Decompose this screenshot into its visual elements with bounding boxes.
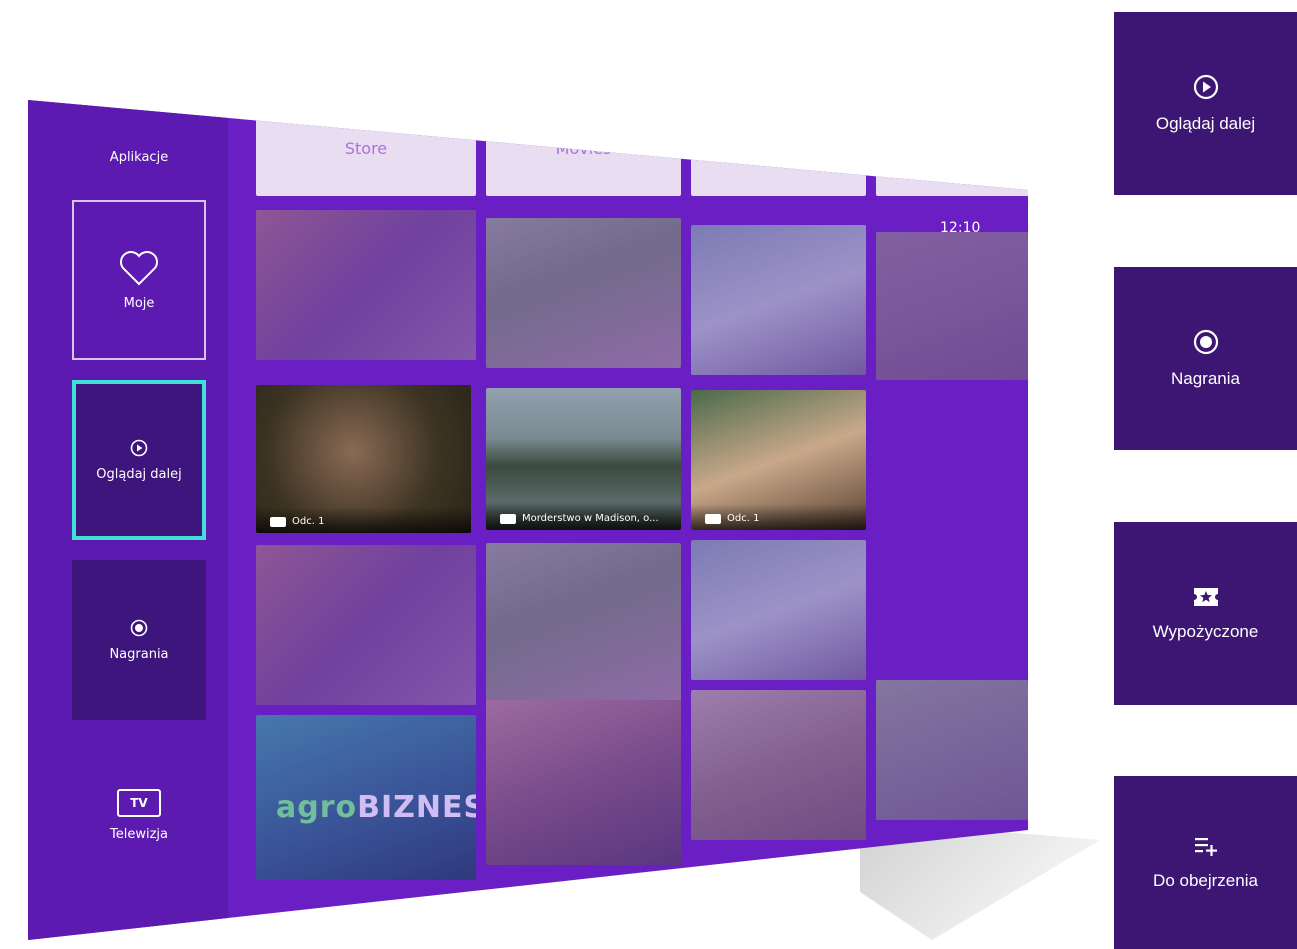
sidebar-item-recordings[interactable]: Nagrania	[72, 560, 206, 720]
sidebar-item-apps[interactable]: Aplikacje	[72, 100, 206, 165]
heart-icon	[120, 250, 158, 285]
tile-label: Oglądaj dalej	[1155, 113, 1256, 133]
play-circle-icon	[130, 439, 148, 456]
continue-watching-item[interactable]: Odc. 1	[256, 385, 471, 533]
app-tile-store[interactable]: Store	[256, 100, 476, 196]
tile-label: Do obejrzenia	[1153, 870, 1258, 890]
continue-watching-item[interactable]: Morderstwo w Madison, o...	[486, 388, 681, 530]
content-thumbnail[interactable]	[691, 540, 866, 680]
record-icon	[130, 619, 148, 636]
app-tile-youtube[interactable]: YouTube	[691, 100, 866, 196]
sidebar-item-favorites[interactable]: Moje	[72, 200, 206, 360]
content-thumbnail[interactable]	[486, 700, 681, 865]
tile-label: Wypożyczone	[1152, 621, 1259, 641]
sidebar-item-label: Nagrania	[109, 646, 169, 662]
apps-row: Store Movies YouTube	[256, 100, 1028, 196]
content-thumbnail[interactable]	[256, 545, 476, 705]
content-thumbnail[interactable]	[256, 210, 476, 360]
content-thumbnail[interactable]	[876, 680, 1028, 820]
tv-screen: Aplikacje Moje Oglądaj dalej Nagrania TV	[28, 100, 1028, 940]
tile-label: Nagrania	[1171, 368, 1240, 388]
episode-caption: Odc. 1	[727, 513, 760, 524]
right-tile-watchlist[interactable]: Do obejrzenia	[1114, 776, 1297, 949]
sidebar-item-label: Telewizja	[110, 826, 168, 842]
app-tile-movies[interactable]: Movies	[486, 100, 681, 196]
app-tile-other[interactable]	[876, 100, 1028, 196]
content-thumbnail[interactable]	[691, 225, 866, 375]
tv-icon: TV	[117, 788, 161, 817]
channel-logo-icon	[705, 513, 721, 524]
sidebar-item-label: Aplikacje	[109, 150, 169, 165]
channel-logo-icon	[270, 516, 286, 527]
channel-logo-icon	[500, 513, 516, 524]
sidebar-item-label: Oglądaj dalej	[96, 466, 182, 482]
continue-watching-item[interactable]: Odc. 1	[691, 390, 866, 530]
content-thumbnail[interactable]: agroBIZNES	[256, 715, 476, 880]
right-tile-rented[interactable]: Wypożyczone	[1114, 522, 1297, 705]
sidebar-item-label: Moje	[123, 295, 155, 311]
ticket-star-icon	[1193, 587, 1218, 606]
sidebar: Aplikacje Moje Oglądaj dalej Nagrania TV	[28, 100, 228, 940]
content-thumbnail[interactable]	[691, 690, 866, 840]
sidebar-item-continue[interactable]: Oglądaj dalej	[72, 380, 206, 540]
episode-caption: Morderstwo w Madison, o...	[522, 513, 659, 524]
right-tile-continue[interactable]: Oglądaj dalej	[1114, 12, 1297, 195]
content-thumbnail[interactable]	[876, 232, 1028, 380]
content-thumbnail[interactable]	[486, 543, 681, 703]
episode-caption: Odc. 1	[292, 516, 325, 527]
right-tile-recordings[interactable]: Nagrania	[1114, 267, 1297, 450]
record-icon	[1193, 329, 1218, 354]
sidebar-item-tv[interactable]: TV Telewizja	[72, 770, 206, 860]
playlist-add-icon	[1194, 837, 1217, 856]
content-thumbnail[interactable]	[486, 218, 681, 368]
play-circle-icon	[1193, 74, 1218, 99]
